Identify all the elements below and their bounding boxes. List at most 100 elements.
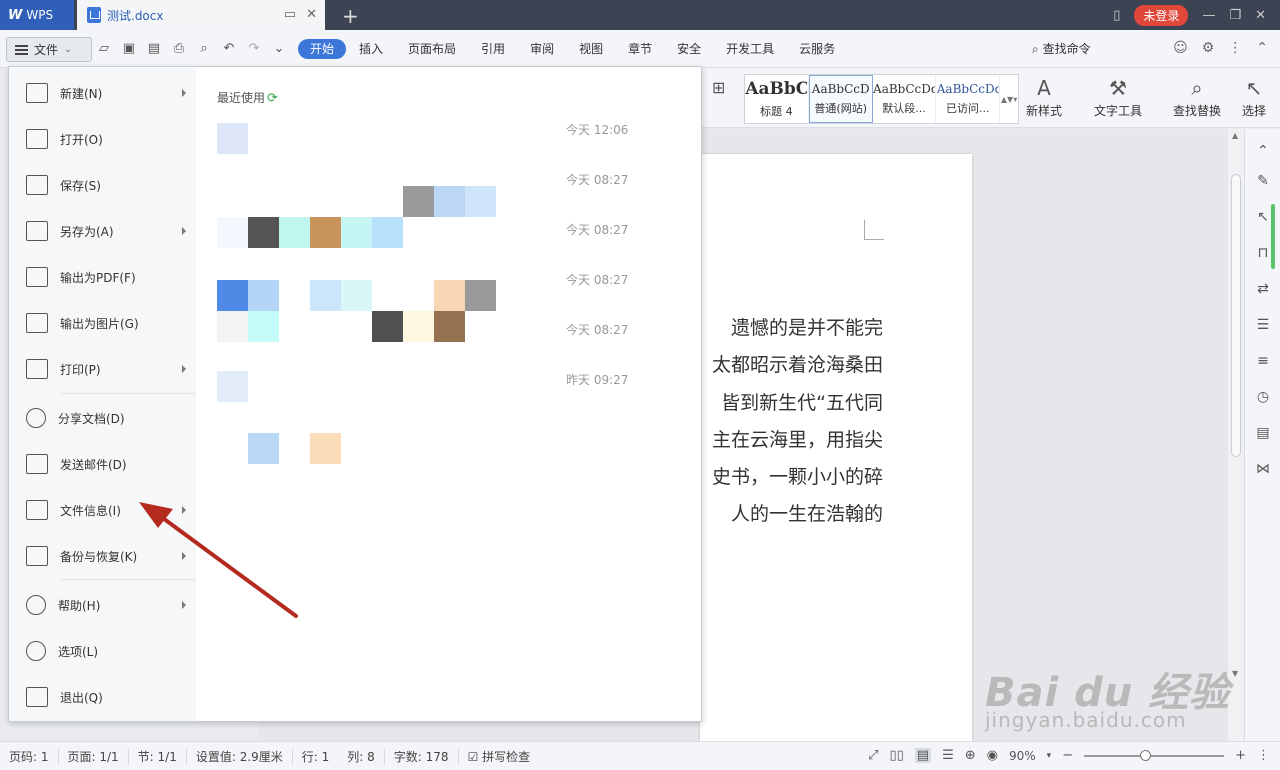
tab-review[interactable]: 审阅 xyxy=(518,39,566,59)
tablet-mode-icon[interactable]: ▯ xyxy=(1113,8,1120,23)
menu-item-export-image[interactable]: 输出为图片(G) xyxy=(9,303,196,343)
web-view-icon[interactable]: ⊕ xyxy=(965,748,976,763)
menu-item-save-as[interactable]: 另存为(A) xyxy=(9,211,196,251)
monitor-icon[interactable]: ▭ xyxy=(284,7,296,22)
status-page[interactable]: 页面: 1/1 xyxy=(68,747,129,765)
print-icon[interactable]: ⎙ xyxy=(171,41,187,56)
zoom-slider[interactable] xyxy=(1084,749,1225,761)
tab-developer[interactable]: 开发工具 xyxy=(714,39,786,59)
new-style-button[interactable]: A 新样式 xyxy=(1026,76,1062,119)
share-panel-icon[interactable]: ⋈ xyxy=(1255,461,1271,477)
tab-security[interactable]: 安全 xyxy=(665,39,713,59)
outline-view-icon[interactable]: ☰ xyxy=(942,748,954,763)
style-default-paragraph[interactable]: AaBbCcDd 默认段... xyxy=(873,75,937,123)
tab-home[interactable]: 开始 xyxy=(298,39,347,59)
restore-icon[interactable]: ❐ xyxy=(1229,8,1241,23)
close-tab-icon[interactable]: ✕ xyxy=(306,7,317,22)
collapse-ribbon-icon[interactable]: ⌃ xyxy=(1256,40,1268,56)
select-cursor-icon[interactable]: ↖ xyxy=(1255,209,1271,225)
status-setting-value[interactable]: 设置值: 2.9厘米 xyxy=(196,747,293,765)
eye-protection-icon[interactable]: ◉ xyxy=(987,748,998,763)
collapse-panel-icon[interactable]: ⌃ xyxy=(1255,143,1271,159)
status-more-icon[interactable]: ⋮ xyxy=(1257,748,1270,763)
history-icon[interactable]: ◷ xyxy=(1255,389,1271,405)
scroll-up-icon[interactable]: ▲ xyxy=(1232,131,1238,140)
redo-icon[interactable]: ↷ xyxy=(246,41,262,56)
page-view-icon[interactable]: ▤ xyxy=(914,748,932,763)
text-tools-button[interactable]: ⚒ 文字工具 xyxy=(1094,76,1142,119)
select-button[interactable]: ↖ 选择 xyxy=(1242,76,1266,119)
menu-item-backup[interactable]: 备份与恢复(K) xyxy=(9,536,196,576)
reading-mode-icon[interactable]: ▯▯ xyxy=(889,748,903,763)
document-body[interactable]: 遗憾的是并不能完 太都昭示着沧海桑田 皆到新生代“五代同 主在云海里，用指尖 史… xyxy=(703,310,883,534)
wps-home-tab[interactable]: W WPS xyxy=(0,0,74,30)
print-preview-icon[interactable]: ⌕ xyxy=(196,41,212,56)
recent-file-row[interactable] xyxy=(217,433,637,477)
tab-view[interactable]: 视图 xyxy=(567,39,615,59)
status-section[interactable]: 节: 1/1 xyxy=(138,747,187,765)
open-icon[interactable]: ▱ xyxy=(96,41,112,56)
style-gallery-scroll[interactable]: ▲▼▾ xyxy=(1000,75,1018,123)
settings-icon[interactable]: ⚙ xyxy=(1202,40,1215,56)
customize-icon[interactable]: ⌄ xyxy=(271,41,287,56)
menu-item-open[interactable]: 打开(O) xyxy=(9,119,196,159)
new-tab-button[interactable]: + xyxy=(342,4,359,28)
menu-item-options[interactable]: 选项(L) xyxy=(9,631,196,671)
menu-item-print[interactable]: 打印(P) xyxy=(9,349,196,389)
backup-panel-icon[interactable]: ▤ xyxy=(1255,425,1271,441)
file-thumbnail xyxy=(434,311,465,342)
zoom-in-icon[interactable]: + xyxy=(1235,748,1246,763)
find-replace-button[interactable]: ⌕ 查找替换 xyxy=(1173,76,1221,119)
menu-item-label: 选项(L) xyxy=(58,644,99,659)
menu-item-exit[interactable]: 退出(Q) xyxy=(9,677,196,717)
adjust-icon[interactable]: ≡ xyxy=(1255,353,1271,369)
tab-cloud[interactable]: 云服务 xyxy=(787,39,847,59)
status-word-count[interactable]: 字数: 178 xyxy=(394,747,459,765)
style-normal-web[interactable]: AaBbCcD 普通(网站) xyxy=(808,75,873,123)
tab-section[interactable]: 章节 xyxy=(616,39,664,59)
more-icon[interactable]: ⋮ xyxy=(1228,40,1242,56)
status-page-code[interactable]: 页码: 1 xyxy=(9,747,59,765)
translate-icon[interactable]: ⇄ xyxy=(1255,281,1271,297)
file-menu-button[interactable]: 文件 ⌄ xyxy=(6,37,92,62)
login-button[interactable]: 未登录 xyxy=(1134,4,1189,26)
tab-references[interactable]: 引用 xyxy=(469,39,517,59)
zoom-out-icon[interactable]: − xyxy=(1062,748,1073,763)
vertical-scrollbar[interactable]: ▲ ▼ xyxy=(1228,129,1244,741)
file-thumbnail xyxy=(248,311,279,342)
undo-icon[interactable]: ↶ xyxy=(221,41,237,56)
document-tab[interactable]: 测试.docx ▭ ✕ xyxy=(77,0,325,30)
menu-item-export-pdf[interactable]: 输出为PDF(F) xyxy=(9,257,196,297)
outline-icon[interactable]: ☰ xyxy=(1255,317,1271,333)
paragraph-settings-icon[interactable]: ⊞ xyxy=(712,78,725,97)
scroll-down-icon[interactable]: ▼ xyxy=(1232,669,1238,678)
fullscreen-icon[interactable]: ⤢ xyxy=(868,748,878,763)
save-icon[interactable]: ▣ xyxy=(121,41,137,56)
tab-insert[interactable]: 插入 xyxy=(347,39,395,59)
search-command[interactable]: ⌕ 查找命令 xyxy=(1032,40,1091,57)
scrollbar-thumb[interactable] xyxy=(1231,174,1241,457)
menu-item-help[interactable]: 帮助(H) xyxy=(9,585,196,625)
style-visited-link[interactable]: AaBbCcDd 已访问... xyxy=(936,75,1001,123)
status-row[interactable]: 行: 1 xyxy=(302,748,339,765)
menu-item-send-mail[interactable]: 发送邮件(D) xyxy=(9,444,196,484)
menu-item-new[interactable]: 新建(N) xyxy=(9,73,196,113)
zoom-dropdown-icon[interactable]: ▾ xyxy=(1047,751,1052,761)
style-heading-4[interactable]: AaBbC 标题 4 xyxy=(745,75,809,123)
zoom-slider-knob[interactable] xyxy=(1140,749,1152,761)
close-window-icon[interactable]: ✕ xyxy=(1255,8,1266,23)
minimize-icon[interactable]: — xyxy=(1202,8,1215,23)
document-line: 皆到新生代“五代同 xyxy=(721,391,883,414)
zoom-level[interactable]: 90% xyxy=(1009,749,1036,763)
pen-icon[interactable]: ✎ xyxy=(1255,173,1271,189)
menu-item-share[interactable]: 分享文档(D) xyxy=(9,398,196,438)
menu-item-file-info[interactable]: 文件信息(I) xyxy=(9,490,196,530)
status-column[interactable]: 列: 8 xyxy=(347,747,385,765)
menu-item-save[interactable]: 保存(S) xyxy=(9,165,196,205)
feedback-icon[interactable]: ☺ xyxy=(1173,40,1188,56)
refresh-icon[interactable]: ⟳ xyxy=(267,91,278,106)
pdf-icon[interactable]: ▤ xyxy=(146,41,162,56)
spell-check-button[interactable]: ☑ 拼写检查 xyxy=(468,748,540,765)
tab-page-layout[interactable]: 页面布局 xyxy=(396,39,468,59)
lock-icon[interactable]: ⊓ xyxy=(1255,245,1271,261)
